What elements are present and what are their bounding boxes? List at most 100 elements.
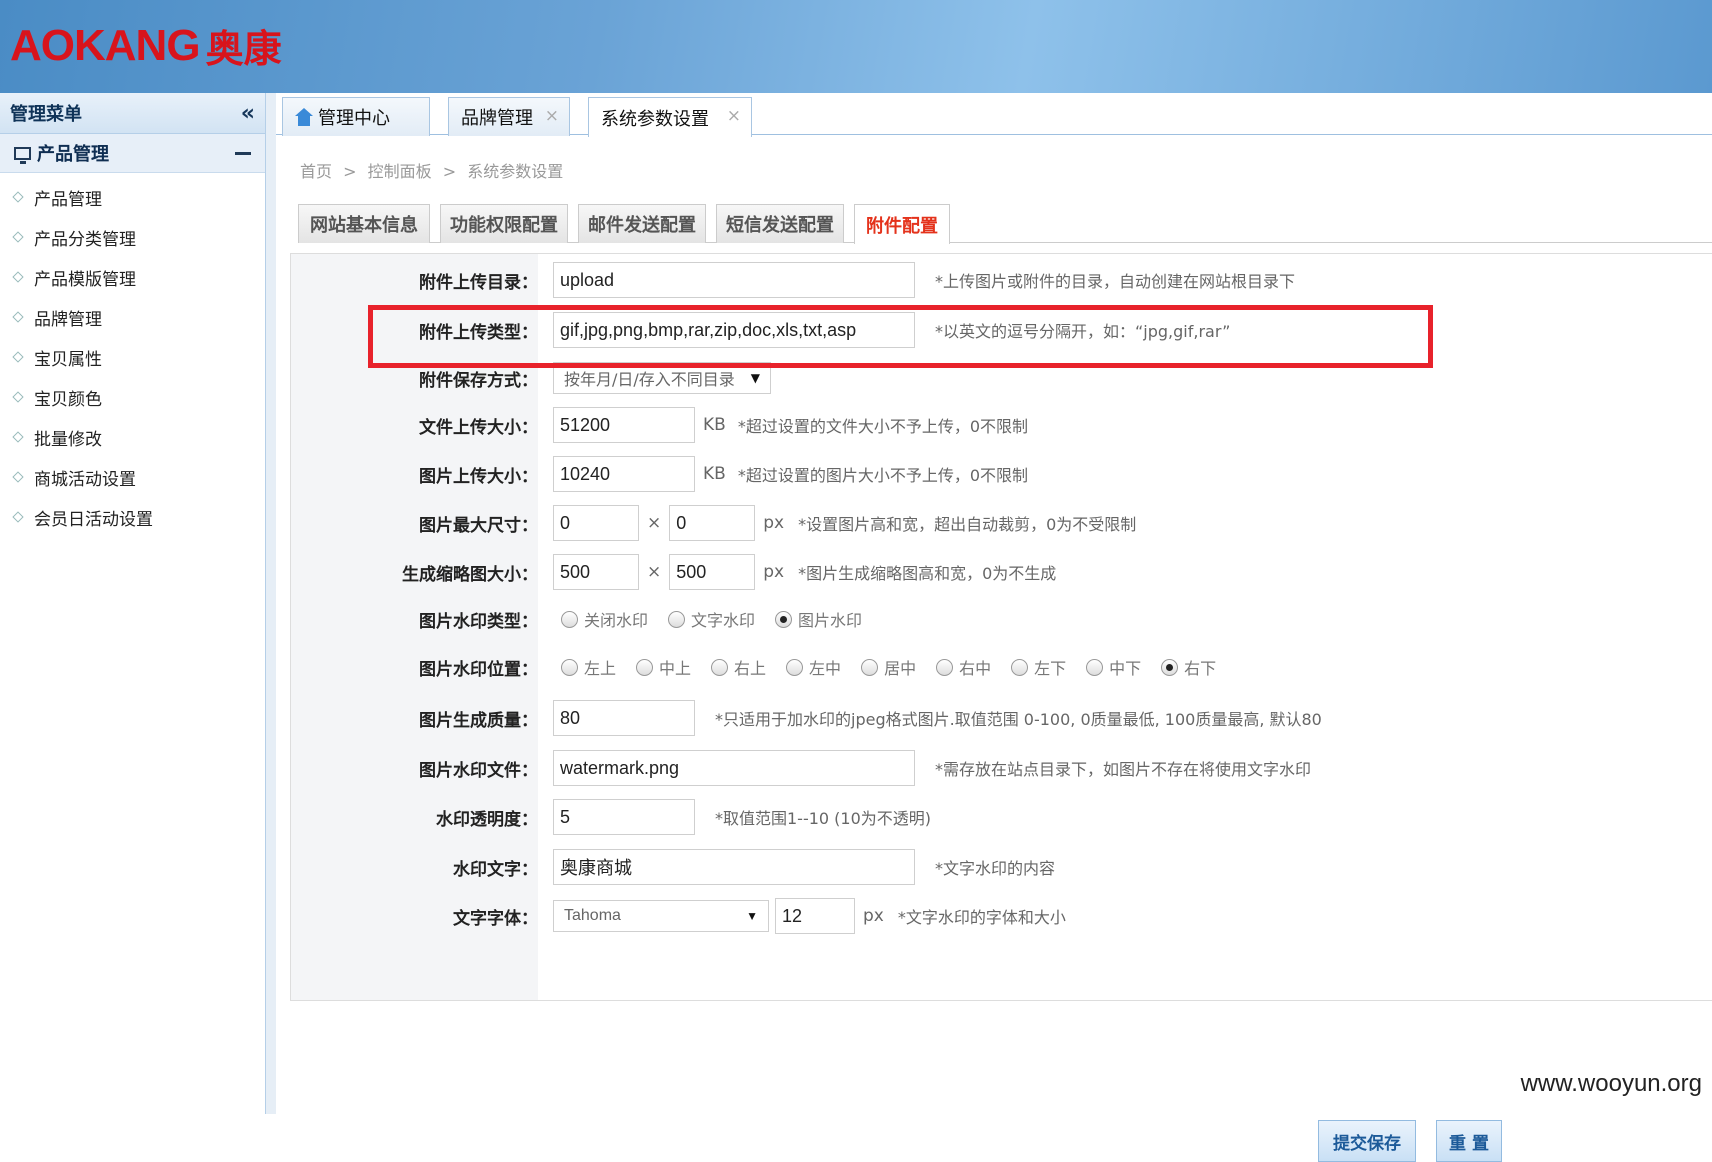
sidebar-splitter[interactable] bbox=[266, 93, 276, 1114]
radio-button[interactable] bbox=[786, 658, 804, 676]
max-height-input[interactable]: 0 bbox=[669, 505, 756, 541]
radio-button[interactable] bbox=[668, 610, 686, 628]
watermark-type-radios: 关闭水印 文字水印 图片水印 bbox=[561, 607, 882, 631]
field-label: 水印透明度： bbox=[436, 809, 538, 830]
tab-system-settings[interactable]: 系统参数设置 × bbox=[588, 97, 752, 137]
radio-pos-bottom-center[interactable]: 中下 bbox=[1086, 655, 1141, 679]
radio-wm-image[interactable]: 图片水印 bbox=[775, 607, 862, 631]
tab-email[interactable]: 邮件发送配置 bbox=[578, 204, 706, 243]
field-label: 图片水印文件： bbox=[419, 760, 538, 781]
breadcrumb-control-panel[interactable]: 控制面板 bbox=[368, 162, 432, 181]
sidebar-item-member-day[interactable]: 会员日活动设置 bbox=[0, 497, 265, 537]
sidebar-item-color[interactable]: 宝贝颜色 bbox=[0, 377, 265, 417]
radio-wm-off[interactable]: 关闭水印 bbox=[561, 607, 648, 631]
radio-button[interactable] bbox=[775, 610, 793, 628]
row-thumb-dimension: 生成缩略图大小： 500 × 500 px *图片生成缩略图高和宽，0为不生成 bbox=[291, 552, 1712, 592]
sidebar-item-category[interactable]: 产品分类管理 bbox=[0, 217, 265, 257]
radio-pos-top-left[interactable]: 左上 bbox=[561, 655, 616, 679]
radio-button[interactable] bbox=[1161, 658, 1179, 676]
watermark-file-input[interactable]: watermark.png bbox=[553, 750, 915, 786]
field-label: 文件上传大小： bbox=[419, 417, 538, 438]
radio-label: 文字水印 bbox=[691, 611, 756, 630]
field-hint: *图片生成缩略图高和宽，0为不生成 bbox=[798, 564, 1057, 583]
field-label: 图片生成质量： bbox=[419, 710, 538, 731]
diamond-icon bbox=[12, 511, 24, 523]
sidebar-list: 产品管理 产品分类管理 产品模版管理 品牌管理 宝贝属性 宝贝颜色 批量修改 商… bbox=[0, 173, 265, 537]
radio-pos-top-center[interactable]: 中上 bbox=[636, 655, 691, 679]
watermark-text-input[interactable]: 奥康商城 bbox=[553, 849, 915, 885]
submit-save-button[interactable]: 提交保存 bbox=[1318, 1120, 1416, 1162]
radio-pos-middle-left[interactable]: 左中 bbox=[786, 655, 841, 679]
field-label: 图片最大尺寸： bbox=[419, 515, 538, 536]
font-select[interactable]: Tahoma ▼ bbox=[553, 900, 769, 932]
thumb-height-input[interactable]: 500 bbox=[669, 554, 756, 590]
watermark-alpha-input[interactable]: 5 bbox=[553, 799, 695, 835]
unit-label: px bbox=[763, 562, 785, 582]
field-hint: *超过设置的文件大小不予上传，0不限制 bbox=[737, 417, 1028, 436]
radio-wm-text[interactable]: 文字水印 bbox=[668, 607, 755, 631]
site-watermark: www.wooyun.org bbox=[1520, 1070, 1702, 1097]
sidebar-item-batch-edit[interactable]: 批量修改 bbox=[0, 417, 265, 457]
close-icon[interactable]: × bbox=[727, 106, 741, 126]
max-width-input[interactable]: 0 bbox=[553, 505, 639, 541]
breadcrumb-separator: > bbox=[442, 162, 457, 181]
quality-input[interactable]: 80 bbox=[553, 700, 695, 736]
radio-label: 右中 bbox=[959, 659, 992, 678]
radio-pos-center[interactable]: 居中 bbox=[861, 655, 916, 679]
row-image-size: 图片上传大小： 10240 KB *超过设置的图片大小不予上传，0不限制 bbox=[291, 454, 1712, 494]
radio-button[interactable] bbox=[561, 658, 578, 676]
monitor-icon bbox=[14, 146, 31, 164]
sidebar-item-product[interactable]: 产品管理 bbox=[0, 177, 265, 217]
sidebar-header: 管理菜单 « bbox=[0, 93, 265, 134]
diamond-icon bbox=[12, 351, 24, 363]
aokang-logo: AOKANG 奥康 bbox=[10, 18, 282, 73]
reset-button[interactable]: 重 置 bbox=[1436, 1120, 1502, 1162]
tab-brand-manage[interactable]: 品牌管理 × bbox=[448, 97, 570, 136]
field-label: 图片水印类型： bbox=[419, 611, 538, 632]
dropdown-arrow-icon: ▼ bbox=[746, 909, 758, 923]
highlight-box bbox=[368, 305, 1433, 368]
sidebar-item-template[interactable]: 产品模版管理 bbox=[0, 257, 265, 297]
radio-button[interactable] bbox=[1086, 658, 1104, 676]
unit-label: KB bbox=[703, 464, 726, 484]
sidebar-group-product[interactable]: 产品管理 bbox=[0, 134, 265, 173]
image-size-input[interactable]: 10240 bbox=[553, 456, 695, 492]
row-watermark-type: 图片水印类型： 关闭水印 文字水印 图片水印 bbox=[291, 599, 1712, 639]
unit-label: KB bbox=[703, 415, 726, 435]
tab-bar: 管理中心 品牌管理 × 系统参数设置 × bbox=[276, 93, 1712, 137]
tab-attachment[interactable]: 附件配置 bbox=[854, 204, 950, 244]
radio-pos-middle-right[interactable]: 右中 bbox=[936, 655, 991, 679]
radio-button[interactable] bbox=[936, 658, 954, 676]
close-icon[interactable]: × bbox=[545, 106, 559, 126]
sidebar-item-attribute[interactable]: 宝贝属性 bbox=[0, 337, 265, 377]
font-size-input[interactable]: 12 bbox=[775, 898, 855, 934]
radio-pos-top-right[interactable]: 右上 bbox=[711, 655, 766, 679]
logo-text-en: AOKANG bbox=[10, 20, 201, 70]
sidebar-title: 管理菜单 bbox=[10, 104, 82, 125]
radio-label: 关闭水印 bbox=[584, 611, 649, 630]
tab-sms[interactable]: 短信发送配置 bbox=[716, 204, 844, 243]
radio-pos-bottom-left[interactable]: 左下 bbox=[1011, 655, 1066, 679]
field-label: 水印文字： bbox=[453, 859, 538, 880]
radio-button[interactable] bbox=[1011, 658, 1029, 676]
minus-icon[interactable] bbox=[235, 151, 251, 155]
thumb-width-input[interactable]: 500 bbox=[553, 554, 639, 590]
tab-admin-center[interactable]: 管理中心 bbox=[282, 97, 430, 136]
breadcrumb-home[interactable]: 首页 bbox=[300, 162, 332, 181]
radio-label: 右下 bbox=[1184, 659, 1217, 678]
field-hint: *设置图片高和宽，超出自动裁剪，0为不受限制 bbox=[798, 515, 1137, 534]
radio-pos-bottom-right[interactable]: 右下 bbox=[1161, 655, 1216, 679]
file-size-input[interactable]: 51200 bbox=[553, 407, 695, 443]
sidebar-item-mall-activity[interactable]: 商城活动设置 bbox=[0, 457, 265, 497]
radio-button[interactable] bbox=[561, 610, 578, 628]
radio-button[interactable] bbox=[711, 658, 729, 676]
tab-permissions[interactable]: 功能权限配置 bbox=[440, 204, 568, 243]
radio-button[interactable] bbox=[861, 658, 879, 676]
upload-dir-input[interactable]: upload bbox=[553, 262, 915, 298]
sidebar-item-brand[interactable]: 品牌管理 bbox=[0, 297, 265, 337]
radio-button[interactable] bbox=[636, 658, 654, 676]
row-watermark-text: 水印文字： 奥康商城 *文字水印的内容 bbox=[291, 847, 1712, 887]
collapse-icon[interactable]: « bbox=[241, 101, 255, 126]
tab-site-basic[interactable]: 网站基本信息 bbox=[298, 204, 430, 243]
row-file-size: 文件上传大小： 51200 KB *超过设置的文件大小不予上传，0不限制 bbox=[291, 405, 1712, 445]
